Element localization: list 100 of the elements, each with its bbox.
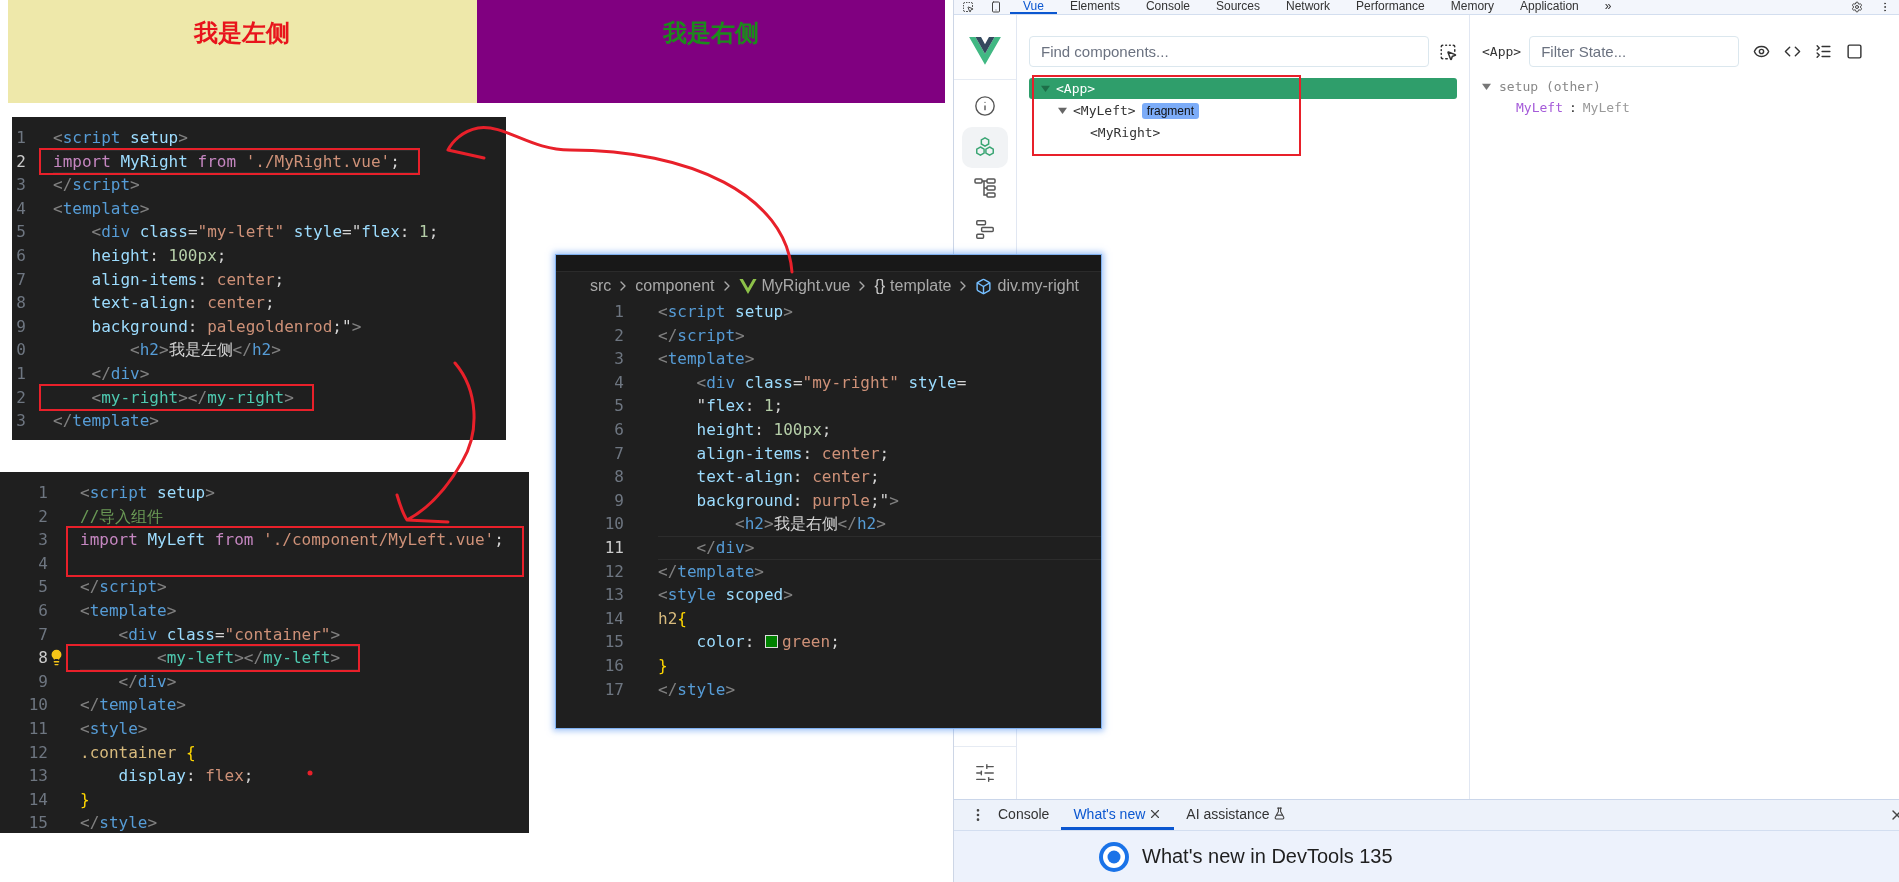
breadcrumb-item[interactable]: src (590, 277, 612, 295)
square-icon[interactable] (1846, 43, 1864, 60)
caret-icon[interactable] (1482, 82, 1491, 91)
line-number: 3 (16, 410, 26, 433)
line-number: 1 (614, 301, 624, 323)
filter-field[interactable]: Filter State... (1529, 36, 1740, 67)
devtools-tab[interactable]: Vue (1010, 0, 1057, 14)
code-line: <script setup> (53, 128, 188, 147)
code-line: <h2>我是右侧</h2> (734, 514, 886, 534)
line-number: 6 (38, 599, 48, 622)
component-name: <App> (1056, 81, 1096, 96)
line-number: 11 (604, 536, 624, 559)
code-line: </script> (80, 577, 167, 597)
tree-row[interactable]: <MyLeft> fragment (1029, 100, 1457, 121)
line-number: 3 (38, 529, 48, 552)
line-number: 17 (604, 678, 624, 701)
line-number: 16 (604, 654, 624, 677)
code-line: <script setup> (80, 483, 215, 502)
drawer-tab[interactable]: Console (986, 800, 1062, 830)
line-number: 4 (614, 371, 624, 394)
state-separator: : (1568, 100, 1577, 115)
code-line: text-align: center; (695, 467, 880, 487)
caret-icon[interactable] (1058, 106, 1067, 115)
code-line: "flex: 1; (695, 396, 784, 416)
code-line: </script> (53, 175, 140, 195)
code-line: import MyLeft from './component/MyLeft.vue'; (80, 530, 504, 550)
code-line: <template> (658, 349, 755, 369)
line-number: 2 (38, 505, 48, 528)
code-line: text-align: center; (90, 293, 275, 313)
line-number: 4 (16, 197, 26, 220)
line-number: 7 (16, 268, 26, 291)
code-line: align-items: center; (695, 443, 890, 463)
code-line: <script setup> (658, 302, 793, 321)
line-number: 11 (28, 717, 48, 740)
inspect-icon[interactable] (962, 1, 974, 13)
preview-heading: 我是右侧 (662, 18, 759, 48)
preview-heading: 我是左侧 (194, 18, 291, 48)
code-line: </template> (80, 695, 186, 715)
line-number: 0 (16, 339, 26, 362)
settings-icon[interactable] (1851, 1, 1863, 13)
settings-icon[interactable] (974, 762, 996, 784)
code-line: <div class="my-left" style="flex: 1; (90, 222, 439, 242)
pick-element-icon[interactable] (1439, 42, 1457, 61)
code-line: <style> (80, 718, 148, 738)
more-tabs-button[interactable]: » (1591, 0, 1625, 14)
annotation-dot (307, 770, 313, 776)
code-line: } (658, 655, 668, 675)
line-number: 4 (38, 552, 48, 575)
code-line: color: green; (695, 632, 840, 652)
tree-row[interactable]: <MyRight> (1029, 122, 1457, 143)
code-line: <style scoped> (658, 585, 793, 605)
line-number: 2 (16, 386, 26, 409)
device-icon[interactable] (990, 1, 1002, 13)
line-number: 1 (38, 482, 48, 504)
line-number: 1 (16, 362, 26, 385)
line-number: 5 (38, 576, 48, 599)
component-name: <MyRight> (1090, 125, 1161, 140)
drawer-tab[interactable]: AI assistance (1174, 800, 1298, 830)
code-line: h2{ (658, 608, 687, 628)
devtools-tab[interactable]: Elements (1056, 0, 1133, 14)
list-icon[interactable] (1815, 43, 1833, 60)
cube-icon (975, 277, 993, 295)
vue-logo-icon (969, 37, 1001, 65)
code-line: .container { (80, 742, 196, 762)
tree-icon (974, 178, 996, 199)
state-key: MyLeft (1516, 100, 1563, 115)
devtools-tab[interactable]: Console (1132, 0, 1203, 14)
devtools-tab[interactable]: Memory (1437, 0, 1508, 14)
devtools-tab[interactable]: Network (1273, 0, 1343, 14)
section-title[interactable]: setup (other) (1499, 79, 1601, 94)
code-line: import MyRight from './MyRight.vue'; (53, 151, 400, 171)
devtools-tab[interactable]: Sources (1202, 0, 1273, 14)
component-name: <MyLeft> (1073, 103, 1136, 118)
code-line: <my-right></my-right> (90, 387, 294, 407)
line-number: 12 (604, 560, 624, 583)
eye-icon[interactable] (1753, 43, 1771, 60)
line-number: 5 (16, 221, 26, 244)
code-line: </style> (80, 813, 158, 833)
line-number: 8 (16, 292, 26, 315)
line-number: 14 (28, 788, 48, 811)
code-line: </div> (695, 537, 755, 557)
code-line: background: purple;"> (695, 490, 899, 510)
line-number: 13 (604, 584, 624, 607)
code-line: } (80, 789, 90, 809)
breadcrumb-item[interactable]: MyRight.vue (761, 277, 851, 295)
code-line: background: palegoldenrod;"> (90, 316, 362, 336)
code-line: //导入组件 (80, 506, 164, 526)
breadcrumb-item[interactable]: div.my-right (997, 277, 1079, 295)
search-field[interactable]: Find components... (1029, 36, 1429, 67)
line-number: 6 (16, 244, 26, 267)
devtools-tab[interactable]: Application (1507, 0, 1592, 14)
breadcrumb-item[interactable]: template (890, 277, 952, 295)
line-number: 14 (604, 607, 624, 630)
code-line: height: 100px; (695, 419, 832, 439)
braces-icon: {} (874, 277, 886, 295)
state-value: MyLeft (1582, 100, 1630, 115)
breadcrumb-item[interactable]: component (635, 277, 715, 295)
panel-heading: What's new in DevTools 135 (1142, 845, 1393, 868)
line-number: 9 (38, 670, 48, 693)
devtools-tab[interactable]: Performance (1343, 0, 1438, 14)
